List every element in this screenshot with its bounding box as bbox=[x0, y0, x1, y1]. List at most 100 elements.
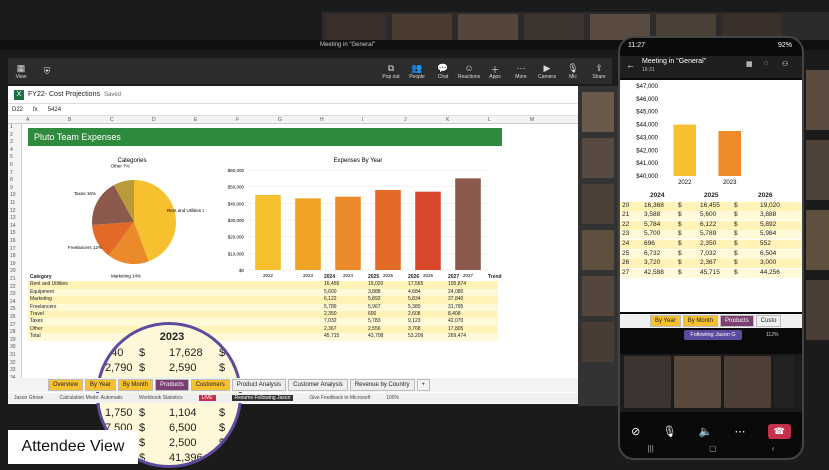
participant-video[interactable] bbox=[774, 356, 794, 408]
phone-table-row[interactable]: 21 3,588 $5,600 $3,888 bbox=[620, 211, 802, 221]
row-header[interactable]: 9 bbox=[10, 185, 13, 191]
table-cell[interactable]: Travel bbox=[30, 311, 44, 317]
table-cell[interactable]: 6,122 bbox=[700, 221, 716, 228]
table-cell[interactable]: 5,984 bbox=[760, 230, 776, 237]
table-cell[interactable]: 5,783 bbox=[368, 318, 381, 324]
column-header[interactable]: G bbox=[278, 117, 282, 123]
phone-table-row[interactable]: 25 6,732 $7,032 $6,504 bbox=[620, 249, 802, 259]
row-header[interactable]: 18 bbox=[10, 253, 16, 259]
table-cell[interactable]: Total bbox=[30, 333, 41, 339]
participant-video[interactable] bbox=[806, 210, 829, 270]
table-cell[interactable]: 43,708 bbox=[368, 333, 383, 339]
table-cell[interactable]: 2,367 bbox=[700, 259, 716, 266]
chat-icon[interactable]: ◌ bbox=[764, 60, 768, 67]
table-cell[interactable]: 7,032 bbox=[324, 318, 337, 324]
home-icon[interactable]: ▢ bbox=[709, 444, 717, 458]
participant-video[interactable] bbox=[724, 356, 771, 408]
table-cell[interactable]: 16,455 bbox=[700, 202, 720, 209]
table-cell[interactable]: 5,600 bbox=[700, 211, 716, 218]
sheet-tab[interactable]: Revenue by Country bbox=[349, 379, 415, 391]
phone-table-row[interactable]: 24 696 $2,350 $552 bbox=[620, 240, 802, 249]
table-cell[interactable]: 600 bbox=[368, 311, 376, 317]
table-cell[interactable]: Freelancers bbox=[30, 304, 56, 310]
table-cell[interactable]: 269,474 bbox=[448, 333, 466, 339]
table-cell[interactable]: 3,888 bbox=[760, 211, 776, 218]
table-cell[interactable]: 696 bbox=[644, 240, 655, 247]
sheet-tab[interactable]: Customers bbox=[190, 379, 230, 391]
participant-video[interactable] bbox=[806, 280, 829, 340]
formula-input[interactable]: 5424 bbox=[48, 107, 61, 113]
view-button[interactable]: ▦ View bbox=[8, 63, 34, 80]
table-cell[interactable]: 16,455 bbox=[324, 281, 339, 287]
chat-button[interactable]: 💬 Chat bbox=[430, 63, 456, 80]
table-cell[interactable]: 53,209 bbox=[408, 333, 423, 339]
row-header[interactable]: 32 bbox=[10, 360, 16, 366]
participant-video[interactable] bbox=[624, 356, 671, 408]
row-header[interactable]: 31 bbox=[10, 352, 16, 358]
table-cell[interactable]: 6,122 bbox=[324, 296, 337, 302]
table-cell[interactable]: 5,834 bbox=[408, 296, 421, 302]
sheet-tab[interactable]: By Year bbox=[85, 379, 116, 391]
speaker-icon[interactable]: 🔈 bbox=[699, 425, 713, 438]
resume-following-button[interactable]: Resume Following Jason bbox=[231, 395, 294, 401]
table-cell[interactable]: 44,256 bbox=[760, 269, 780, 276]
sheet-tab[interactable]: Product Analysis bbox=[231, 379, 287, 391]
participant-video[interactable] bbox=[806, 70, 829, 130]
row-header[interactable]: 24 bbox=[622, 240, 629, 247]
table-cell[interactable]: Marketing bbox=[30, 296, 52, 302]
table-cell[interactable]: 3,000 bbox=[760, 259, 776, 266]
grid-icon[interactable]: ▦ bbox=[746, 60, 753, 68]
row-header[interactable]: 10 bbox=[10, 192, 16, 198]
column-header[interactable]: M bbox=[530, 117, 534, 123]
row-header[interactable]: 21 bbox=[622, 211, 629, 218]
column-header[interactable]: A bbox=[26, 117, 29, 123]
column-header[interactable]: C bbox=[110, 117, 114, 123]
people-button[interactable]: 👥 People bbox=[404, 63, 430, 80]
table-cell[interactable]: Taxes bbox=[30, 318, 43, 324]
row-header[interactable]: 11 bbox=[10, 200, 15, 206]
table-row[interactable]: Taxes 7,032 5,783 9,123 42,070 bbox=[28, 318, 498, 326]
sheet-tab[interactable]: By Year bbox=[650, 315, 681, 327]
table-cell[interactable]: 8,408 bbox=[448, 311, 461, 317]
table-cell[interactable]: 16,368 bbox=[644, 202, 664, 209]
table-cell[interactable]: 2,367 bbox=[324, 326, 337, 332]
table-cell[interactable]: 45,715 bbox=[324, 333, 339, 339]
table-cell[interactable]: 6,504 bbox=[760, 250, 776, 257]
table-row[interactable]: Freelancers 5,789 5,967 5,380 31,795 bbox=[28, 303, 498, 311]
row-header[interactable]: 7 bbox=[10, 170, 13, 176]
table-cell[interactable]: 9,123 bbox=[408, 318, 421, 324]
table-cell[interactable]: 5,892 bbox=[368, 296, 381, 302]
table-cell[interactable]: 5,789 bbox=[700, 230, 716, 237]
column-header[interactable]: D bbox=[152, 117, 156, 123]
row-header[interactable]: 15 bbox=[10, 230, 16, 236]
row-header[interactable]: 23 bbox=[622, 230, 629, 237]
table-cell[interactable]: 3,588 bbox=[644, 211, 660, 218]
camera-button[interactable]: ▶ Camera bbox=[534, 63, 560, 80]
row-header[interactable]: 27 bbox=[622, 269, 629, 276]
back-icon[interactable]: ‹ bbox=[772, 444, 775, 458]
phone-table-row[interactable]: 20 16,368 $16,455 $19,020 bbox=[620, 201, 802, 211]
sheet-tab[interactable]: Custo bbox=[755, 315, 782, 327]
table-cell[interactable]: 7,032 bbox=[700, 250, 716, 257]
column-header[interactable]: E bbox=[194, 117, 197, 123]
table-cell[interactable]: 5,789 bbox=[324, 304, 337, 310]
table-cell[interactable]: 3,720 bbox=[644, 259, 660, 266]
table-cell[interactable]: 5,784 bbox=[644, 221, 660, 228]
row-header[interactable]: 12 bbox=[10, 208, 16, 214]
column-header[interactable]: F bbox=[236, 117, 239, 123]
column-header[interactable]: B bbox=[68, 117, 71, 123]
table-cell[interactable]: 6,732 bbox=[644, 250, 660, 257]
table-cell[interactable]: 105,874 bbox=[448, 281, 466, 287]
participant-video[interactable] bbox=[582, 92, 614, 132]
row-header[interactable]: 5 bbox=[10, 154, 13, 160]
participant-video[interactable] bbox=[582, 138, 614, 178]
row-header[interactable]: 4 bbox=[10, 147, 13, 153]
row-header[interactable]: 22 bbox=[622, 221, 629, 228]
table-cell[interactable]: Equipment bbox=[30, 289, 54, 295]
row-header[interactable]: 19 bbox=[10, 261, 16, 267]
apps-button[interactable]: ＋ Apps bbox=[482, 63, 508, 80]
table-cell[interactable]: 2,350 bbox=[324, 311, 337, 317]
participant-video[interactable] bbox=[582, 322, 614, 362]
table-cell[interactable]: 3,768 bbox=[408, 326, 421, 332]
workbook-stats[interactable]: Workbook Statistics bbox=[139, 395, 183, 401]
